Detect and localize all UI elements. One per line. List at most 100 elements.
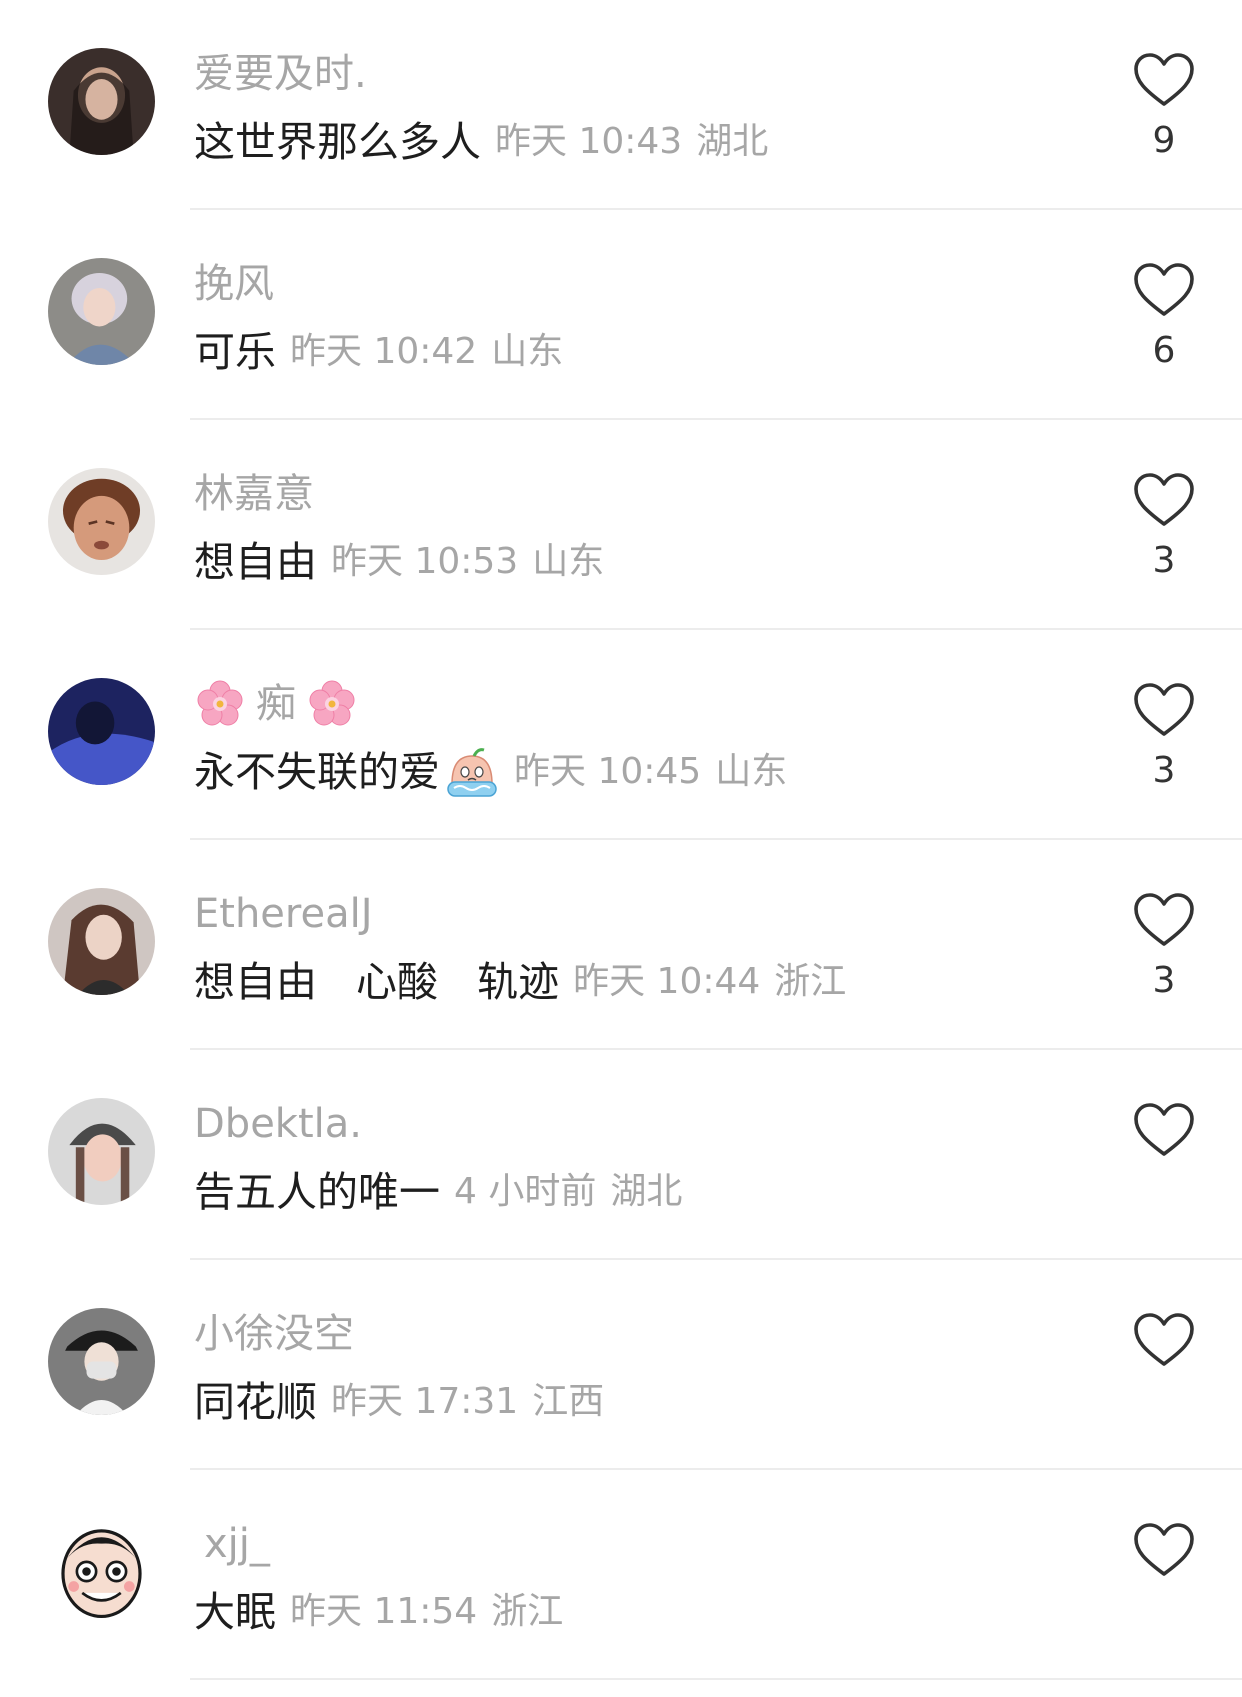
cherry-blossom-icon xyxy=(306,678,358,730)
comment-text[interactable]: 想自由 心酸 轨迹 xyxy=(194,954,559,1010)
like-button[interactable] xyxy=(1133,472,1195,528)
avatar[interactable] xyxy=(48,888,155,995)
comment-text-segment: 想自由 xyxy=(194,538,317,586)
heart-outline-icon xyxy=(1134,53,1194,106)
comment-text[interactable]: 永不失联的爱 xyxy=(194,744,440,800)
comment-body-line: 这世界那么多人 昨天 10:43 湖北 xyxy=(194,114,768,170)
avatar[interactable] xyxy=(48,258,155,365)
comment-item[interactable]: 挽风 可乐 昨天 10:42 山东 6 xyxy=(0,210,1242,420)
comment-text[interactable]: 同花顺 xyxy=(194,1374,317,1430)
comment-body-line: 大眠 昨天 11:54 浙江 xyxy=(194,1584,563,1640)
avatar[interactable] xyxy=(48,678,155,785)
cherry-blossom-icon xyxy=(194,678,246,730)
comment-text-segment: 永不失联的爱 xyxy=(194,748,440,796)
comment-time: 4 小时前 xyxy=(454,1171,597,1212)
comment-item[interactable]: xjj_ 大眠 昨天 11:54 浙江 xyxy=(0,1470,1242,1680)
username[interactable]: 痴 xyxy=(194,676,358,732)
username[interactable]: 小徐没空 xyxy=(194,1306,354,1362)
like-button[interactable] xyxy=(1133,892,1195,948)
like-count: 9 xyxy=(1152,120,1176,161)
comment-location: 湖北 xyxy=(696,121,769,162)
heart-outline-icon xyxy=(1134,1313,1194,1366)
username[interactable]: 爱要及时. xyxy=(194,46,367,102)
comment-location: 江西 xyxy=(532,1381,605,1422)
comment-location: 山东 xyxy=(491,331,564,372)
comment-item[interactable]: 爱要及时. 这世界那么多人 昨天 10:43 湖北 9 xyxy=(0,0,1242,210)
comment-body-line: 告五人的唯一 4 小时前 湖北 xyxy=(194,1164,682,1220)
comment-time: 昨天 10:44 xyxy=(573,961,761,1002)
comment-text[interactable]: 可乐 xyxy=(194,324,276,380)
comment-body-line: 永不失联的爱 昨天 10:45 山东 xyxy=(194,744,787,800)
comment-text[interactable]: 这世界那么多人 xyxy=(194,114,481,170)
comment-location: 山东 xyxy=(532,541,605,582)
comment-item[interactable]: Dbektla. 告五人的唯一 4 小时前 湖北 xyxy=(0,1050,1242,1260)
username-text: 痴 xyxy=(256,681,296,727)
comment-time: 昨天 10:45 xyxy=(514,751,702,792)
comment-location: 山东 xyxy=(715,751,788,792)
username[interactable]: xjj_ xyxy=(204,1516,270,1572)
username[interactable]: Dbektla. xyxy=(194,1096,362,1152)
comment-body-line: 可乐 昨天 10:42 山东 xyxy=(194,324,563,380)
heart-outline-icon xyxy=(1134,893,1194,946)
username-text: 爱要及时. xyxy=(194,51,367,97)
like-button[interactable] xyxy=(1133,262,1195,318)
username-text: 林嘉意 xyxy=(194,471,314,517)
username-text: 挽风 xyxy=(194,261,274,307)
avatar[interactable] xyxy=(48,48,155,155)
crying-face-emoji-icon xyxy=(444,744,500,800)
username-text: Dbektla. xyxy=(194,1101,362,1147)
username[interactable]: 挽风 xyxy=(194,256,274,312)
comment-body-line: 想自由 心酸 轨迹 昨天 10:44 浙江 xyxy=(194,954,846,1010)
like-button[interactable] xyxy=(1133,1522,1195,1578)
comment-time: 昨天 10:53 xyxy=(331,541,519,582)
comment-location: 湖北 xyxy=(610,1171,683,1212)
username-text: xjj_ xyxy=(204,1521,270,1567)
heart-outline-icon xyxy=(1134,1103,1194,1156)
comment-item[interactable]: EtherealJ 想自由 心酸 轨迹 昨天 10:44 浙江 3 xyxy=(0,840,1242,1050)
like-count: 3 xyxy=(1152,750,1176,791)
comment-text-segment: 想自由 xyxy=(194,958,317,1006)
comment-text[interactable]: 告五人的唯一 xyxy=(194,1164,440,1220)
heart-outline-icon xyxy=(1134,263,1194,316)
username-text: EtherealJ xyxy=(194,891,373,937)
divider xyxy=(190,1678,1242,1680)
comment-text-segment: 这世界那么多人 xyxy=(194,118,481,166)
comment-body-line: 想自由 昨天 10:53 山东 xyxy=(194,534,604,590)
comment-text-segment: 同花顺 xyxy=(194,1378,317,1426)
like-button[interactable] xyxy=(1133,682,1195,738)
comment-text-segment: 告五人的唯一 xyxy=(194,1168,440,1216)
like-button[interactable] xyxy=(1133,1102,1195,1158)
comment-item[interactable]: 林嘉意 想自由 昨天 10:53 山东 3 xyxy=(0,420,1242,630)
like-count: 3 xyxy=(1152,540,1176,581)
comment-text-segment: 轨迹 xyxy=(477,958,560,1006)
username-text: 小徐没空 xyxy=(194,1311,354,1357)
username[interactable]: 林嘉意 xyxy=(194,466,314,522)
comment-text-segment: 可乐 xyxy=(194,328,276,376)
like-button[interactable] xyxy=(1133,1312,1195,1368)
heart-outline-icon xyxy=(1134,683,1194,736)
heart-outline-icon xyxy=(1134,473,1194,526)
comment-text-segment: 大眠 xyxy=(194,1588,276,1636)
avatar[interactable] xyxy=(48,468,155,575)
avatar[interactable] xyxy=(48,1308,155,1415)
comment-text-segment: 心酸 xyxy=(356,958,439,1006)
comment-time: 昨天 11:54 xyxy=(290,1591,478,1632)
avatar[interactable] xyxy=(48,1518,155,1625)
comment-list: 爱要及时. 这世界那么多人 昨天 10:43 湖北 9 挽风 可乐 昨天 10:… xyxy=(0,0,1242,1697)
comment-item[interactable]: 痴 永不失联的爱 昨天 10:45 山东 3 xyxy=(0,630,1242,840)
avatar[interactable] xyxy=(48,1098,155,1205)
comment-time: 昨天 10:42 xyxy=(290,331,478,372)
comment-location: 浙江 xyxy=(774,961,847,1002)
like-count: 3 xyxy=(1152,960,1176,1001)
comment-text[interactable]: 大眠 xyxy=(194,1584,276,1640)
like-count: 6 xyxy=(1152,330,1176,371)
like-button[interactable] xyxy=(1133,52,1195,108)
comment-body-line: 同花顺 昨天 17:31 江西 xyxy=(194,1374,604,1430)
comment-item[interactable]: 小徐没空 同花顺 昨天 17:31 江西 xyxy=(0,1260,1242,1470)
username[interactable]: EtherealJ xyxy=(194,886,373,942)
comment-text[interactable]: 想自由 xyxy=(194,534,317,590)
heart-outline-icon xyxy=(1134,1523,1194,1576)
comment-time: 昨天 10:43 xyxy=(495,121,683,162)
comment-location: 浙江 xyxy=(491,1591,564,1632)
comment-time: 昨天 17:31 xyxy=(331,1381,519,1422)
